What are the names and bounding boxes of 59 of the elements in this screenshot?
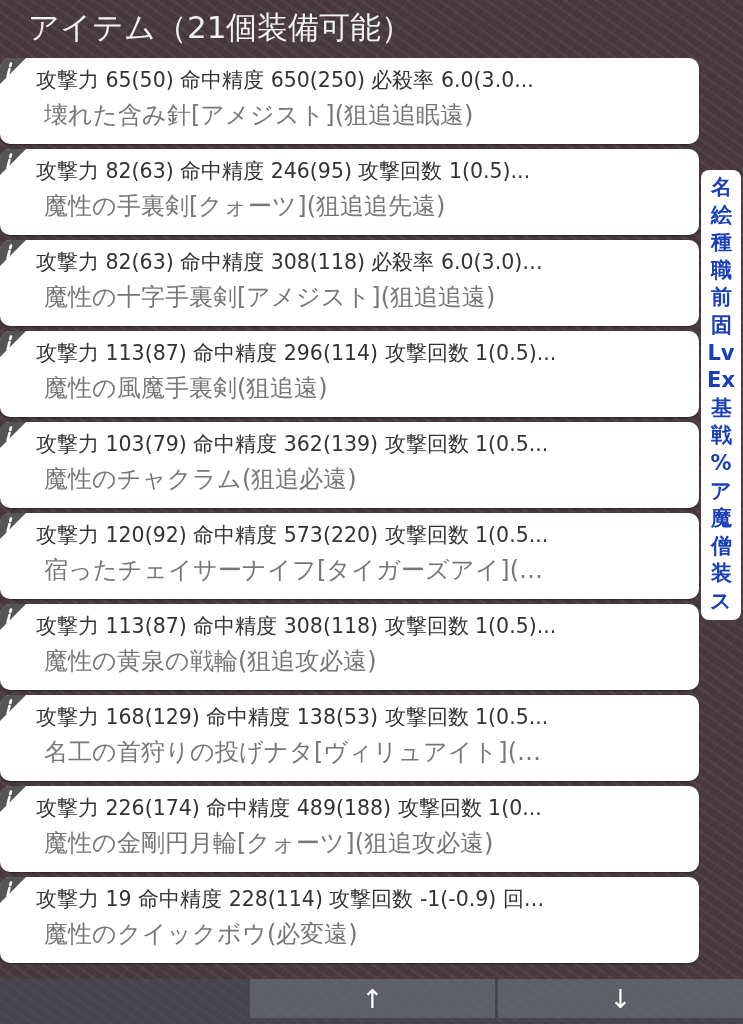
item-card[interactable]: 攻撃力 65(50) 命中精度 650(250) 必殺率 6.0(3.0... 壊れた含み針[アメジスト](狙追追眠遠) [0,58,699,144]
item-name: 魔性のクイックボウ(必変遠) [44,919,358,950]
item-name: 魔性のチャクラム(狙追必遠) [44,464,357,495]
index-letter[interactable]: 名 [710,174,732,202]
item-name: 名工の首狩りの投げナタ[ヴィリュアイト](… [44,737,542,768]
info-icon[interactable] [0,513,26,539]
item-name: 魔性の金剛円月輪[クォーツ](狙追攻必遠) [44,828,494,859]
info-icon[interactable] [0,240,26,266]
info-icon[interactable] [0,331,26,357]
scroll-button[interactable]: ↑ [250,979,495,1018]
info-icon[interactable] [0,149,26,175]
index-letter[interactable]: ア [710,477,732,506]
item-name: 魔性の黄泉の戦輪(狙追攻必遠) [44,646,377,677]
index-letter[interactable]: 戦 [710,422,732,450]
screen-title: アイテム（21個装備可能） [28,8,413,47]
info-icon[interactable] [0,58,26,84]
info-icon[interactable] [0,422,26,448]
scroll-button[interactable]: ↓ [498,979,743,1018]
info-icon[interactable] [0,695,26,721]
item-stats: 攻撃力 226(174) 命中精度 489(188) 攻撃回数 1(0... [36,795,542,822]
item-name: 宿ったチェイサーナイフ[タイガーズアイ](… [44,555,544,586]
index-letter[interactable]: ス [710,587,732,616]
item-stats: 攻撃力 113(87) 命中精度 308(118) 攻撃回数 1(0.5)... [36,613,557,640]
item-stats: 攻撃力 120(92) 命中精度 573(220) 攻撃回数 1(0.5... [36,522,549,549]
index-letter[interactable]: 固 [710,311,732,340]
index-letter[interactable]: % [710,449,732,478]
index-letter[interactable]: 絵 [710,201,732,230]
item-stats: 攻撃力 168(129) 命中精度 138(53) 攻撃回数 1(0.5... [36,704,549,731]
item-card[interactable]: 攻撃力 19 命中精度 228(114) 攻撃回数 -1(-0.9) 回… 魔性のクイックボウ(必変遠) [0,877,699,963]
item-card[interactable]: 攻撃力 113(87) 命中精度 308(118) 攻撃回数 1(0.5)... 魔性の黄泉の戦輪(狙追攻必遠) [0,604,699,690]
info-icon[interactable] [0,786,26,812]
index-letter[interactable]: 前 [710,284,732,312]
item-card[interactable]: 攻撃力 82(63) 命中精度 308(118) 必殺率 6.0(3.0)… 魔性の十字手裏剣[アメジスト](狙追追遠) [0,240,699,326]
index-letter[interactable]: 基 [710,394,732,423]
index-letter[interactable]: 僧 [710,532,732,561]
item-stats: 攻撃力 19 命中精度 228(114) 攻撃回数 -1(-0.9) 回… [36,886,545,913]
index-letter[interactable]: 職 [710,256,732,285]
item-stats: 攻撃力 103(79) 命中精度 362(139) 攻撃回数 1(0.5... [36,431,549,458]
index-letter[interactable]: 装 [710,560,732,588]
info-icon[interactable] [0,877,26,903]
info-icon[interactable] [0,604,26,630]
index-letter[interactable]: Lv [707,339,735,368]
item-stats: 攻撃力 82(63) 命中精度 246(95) 攻撃回数 1(0.5)... [36,158,531,185]
item-card[interactable]: 攻撃力 226(174) 命中精度 489(188) 攻撃回数 1(0... 魔性の金剛円月輪[クォーツ](狙追攻必遠) [0,786,699,872]
item-card[interactable]: 攻撃力 113(87) 命中精度 296(114) 攻撃回数 1(0.5)... 魔性の風魔手裏剣(狙追遠) [0,331,699,417]
index-letter[interactable]: 種 [710,229,732,257]
item-name: 魔性の手裏剣[クォーツ](狙追追先遠) [44,191,446,222]
index-letter[interactable]: 魔 [710,505,732,533]
item-card[interactable]: 攻撃力 82(63) 命中精度 246(95) 攻撃回数 1(0.5)... 魔性の手裏剣[クォーツ](狙追追先遠) [0,149,699,235]
item-name: 魔性の風魔手裏剣(狙追遠) [44,373,328,404]
item-name: 壊れた含み針[アメジスト](狙追追眠遠) [44,100,474,131]
item-card[interactable]: 攻撃力 103(79) 命中精度 362(139) 攻撃回数 1(0.5... 魔性のチャクラム(狙追必遠) [0,422,699,508]
item-card[interactable]: 攻撃力 168(129) 命中精度 138(53) 攻撃回数 1(0.5... 名工の首狩りの投げナタ[ヴィリュアイト](… [0,695,699,781]
index-letter[interactable]: Ex [707,367,735,395]
item-stats: 攻撃力 65(50) 命中精度 650(250) 必殺率 6.0(3.0... [36,67,534,94]
item-stats: 攻撃力 82(63) 命中精度 308(118) 必殺率 6.0(3.0)… [36,249,543,276]
item-stats: 攻撃力 113(87) 命中精度 296(114) 攻撃回数 1(0.5)... [36,340,557,367]
item-name: 魔性の十字手裏剣[アメジスト](狙追追遠) [44,282,496,313]
item-card[interactable]: 攻撃力 120(92) 命中精度 573(220) 攻撃回数 1(0.5... 宿ったチェイサーナイフ[タイガーズアイ](… [0,513,699,599]
